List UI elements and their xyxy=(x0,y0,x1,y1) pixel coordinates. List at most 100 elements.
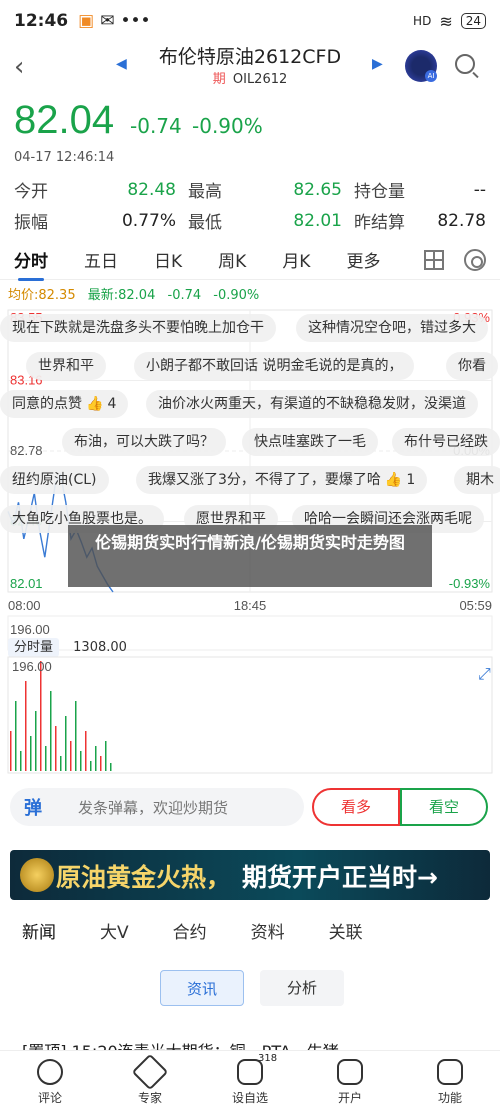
danmu-bubble[interactable]: 纽约原油(CL) xyxy=(0,466,109,494)
x-axis-label: 08:00 xyxy=(8,598,41,613)
chart-tabs: 分时 五日 日K 周K 月K 更多 xyxy=(0,240,500,281)
stats-table: 今开 82.48 最高 82.65 持仓量 -- 振幅 0.77% 最低 82.… xyxy=(0,174,500,236)
tab-related[interactable]: 关联 xyxy=(329,918,363,943)
subtab-analysis[interactable]: 分析 xyxy=(260,970,344,1006)
stat-value: 0.77% xyxy=(121,210,176,231)
volume-bar xyxy=(30,736,32,771)
settings-icon[interactable] xyxy=(464,249,486,271)
volume-bar xyxy=(40,661,42,771)
stat-label: 今开 xyxy=(14,182,48,202)
stat-label: 振幅 xyxy=(14,213,48,233)
nav-label: 功能 xyxy=(437,1091,462,1105)
nav-comment[interactable]: 评论 xyxy=(0,1051,100,1114)
bullish-button[interactable]: 看多 xyxy=(312,788,400,826)
danmu-bubble[interactable]: 小朗子都不敢回话 说明金毛说的是真的， xyxy=(134,352,415,380)
tab-profile[interactable]: 资料 xyxy=(251,918,285,943)
nav-label: 设自选 xyxy=(231,1091,268,1105)
danmu-bubble[interactable]: 这种情况空仓吧，错过多大 xyxy=(296,314,488,342)
next-contract-icon[interactable]: ▶ xyxy=(372,56,383,72)
banner-text-1: 原油黄金火热， xyxy=(56,863,232,892)
stat-label: 最高 xyxy=(188,182,222,202)
top-header: ‹ ◀ 布伦特原油2612CFD 期 OIL2612 ▶ AI xyxy=(0,42,500,94)
danmu-text: 我爆又涨了3分，不得了了，要爆了哈 xyxy=(148,472,381,488)
x-axis-label: 05:59 xyxy=(459,598,492,613)
wifi-icon: ≋ xyxy=(439,11,453,31)
bearish-label: 看空 xyxy=(428,798,459,816)
tab-big-v[interactable]: 大V xyxy=(100,918,129,943)
tab-news[interactable]: 新闻 xyxy=(22,918,56,943)
x-axis-label: 18:45 xyxy=(234,598,267,613)
danmu-bubble[interactable]: 我爆又涨了3分，不得了了，要爆了哈 👍 1 xyxy=(136,466,428,494)
danmu-bubble[interactable]: 你看 xyxy=(446,352,498,380)
tab-more[interactable]: 更多 xyxy=(346,247,380,272)
volume-bar xyxy=(35,711,37,771)
app-notification-icon: ▣ xyxy=(78,11,95,31)
tab-five-day[interactable]: 五日 xyxy=(84,247,118,272)
danmu-bubble[interactable]: 布什号已经跌 xyxy=(392,428,500,456)
volume-max: 1308.00 xyxy=(73,640,127,655)
subtab-info[interactable]: 资讯 xyxy=(160,970,244,1006)
expert-icon xyxy=(131,1053,169,1091)
overlay-caption: 伦锡期货实时行情新浪/伦锡期货实时走势图 xyxy=(68,525,432,587)
bearish-button[interactable]: 看空 xyxy=(400,788,488,826)
battery-icon: 24 xyxy=(460,13,486,29)
danmu-bubble[interactable]: 快点哇塞跌了一毛 xyxy=(242,428,378,456)
thumbs-up-icon[interactable]: 👍 xyxy=(385,466,402,494)
stat-label: 持仓量 xyxy=(354,182,405,202)
tab-weekly-k[interactable]: 周K xyxy=(218,247,246,272)
stats-row: 振幅 0.77% 最低 82.01 昨结算 82.78 xyxy=(14,205,486,236)
danmu-text: 布油，可以大跌了吗？ xyxy=(74,434,214,450)
banner-text-2: 期货开户正当时→ xyxy=(242,863,438,892)
y-axis-right-label: -0.93% xyxy=(449,576,491,591)
stat-value: 82.48 xyxy=(127,179,176,200)
price-change-percent: -0.90% xyxy=(192,114,263,138)
tab-contract[interactable]: 合约 xyxy=(173,918,207,943)
danmu-text: 小朗子都不敢回话 说明金毛说的是真的， xyxy=(146,358,403,374)
stat-label: 昨结算 xyxy=(354,213,405,233)
promo-banner[interactable]: 原油黄金火热， 期货开户正当时→ xyxy=(10,850,490,900)
danmu-placeholder: 发条弹幕，欢迎炒期货 xyxy=(78,799,229,817)
danmu-bubble[interactable]: 现在下跌就是洗盘多头不要怕晚上加仓干 xyxy=(0,314,276,342)
functions-icon xyxy=(437,1059,463,1085)
layout-grid-icon[interactable] xyxy=(424,250,444,270)
thumbs-up-icon[interactable]: 👍 xyxy=(86,390,103,418)
search-icon[interactable] xyxy=(455,54,475,74)
watchlist-badge: 318 xyxy=(258,1053,278,1064)
danmu-bubble[interactable]: 世界和平 xyxy=(26,352,106,380)
nav-label: 开户 xyxy=(337,1091,362,1105)
nav-functions[interactable]: 功能 xyxy=(400,1051,500,1114)
volume-bar xyxy=(20,751,22,771)
volume-bar xyxy=(50,691,52,771)
tab-daily-k[interactable]: 日K xyxy=(154,247,182,272)
danmu-bubble[interactable]: 油价冰火两重天，有渠道的不缺稳稳发财，没渠道 xyxy=(146,390,478,418)
danmu-bubble[interactable]: 期木 xyxy=(454,466,500,494)
bullish-label: 看多 xyxy=(340,798,371,816)
danmu-input[interactable]: 弹 发条弹幕，欢迎炒期货 xyxy=(10,788,304,826)
nav-watchlist[interactable]: 设自选 318 xyxy=(200,1051,300,1114)
stat-value: -- xyxy=(473,179,486,200)
like-count: 1 xyxy=(406,472,416,488)
volume-bar xyxy=(45,746,47,771)
volume-bar xyxy=(90,761,92,771)
danmu-text: 你看 xyxy=(458,358,486,374)
expand-icon[interactable]: ⤢ xyxy=(478,664,491,683)
danmu-icon[interactable]: 弹 xyxy=(24,794,42,820)
stat-value: 82.01 xyxy=(293,210,342,231)
danmu-bubble[interactable]: 同意的点赞 👍 4 xyxy=(0,390,129,418)
danmu-bubble[interactable]: 布油，可以大跌了吗？ xyxy=(62,428,226,456)
clock: 12:46 xyxy=(14,11,69,31)
danmu-text: 油价冰火两重天，有渠道的不缺稳稳发财，没渠道 xyxy=(158,396,466,412)
network-icon: HD xyxy=(413,14,432,28)
notification-icon: ✉ xyxy=(100,11,115,31)
danmu-text: 这种情况空仓吧，错过多大 xyxy=(308,320,476,336)
stat-value: 82.65 xyxy=(293,179,342,200)
nav-open-account[interactable]: 开户 xyxy=(300,1051,400,1114)
tab-intraday[interactable]: 分时 xyxy=(14,247,48,281)
quote-panel: 82.04 -0.74 -0.90% 04-17 12:46:14 xyxy=(0,94,500,174)
danmu-text: 期木 xyxy=(466,472,494,488)
nav-expert[interactable]: 专家 xyxy=(100,1051,200,1114)
tab-monthly-k[interactable]: 月K xyxy=(282,247,310,272)
volume-bar xyxy=(55,726,57,771)
volume-chart: ⤢ 196.00 xyxy=(7,656,493,774)
danmu-text: 快点哇塞跌了一毛 xyxy=(254,434,366,450)
